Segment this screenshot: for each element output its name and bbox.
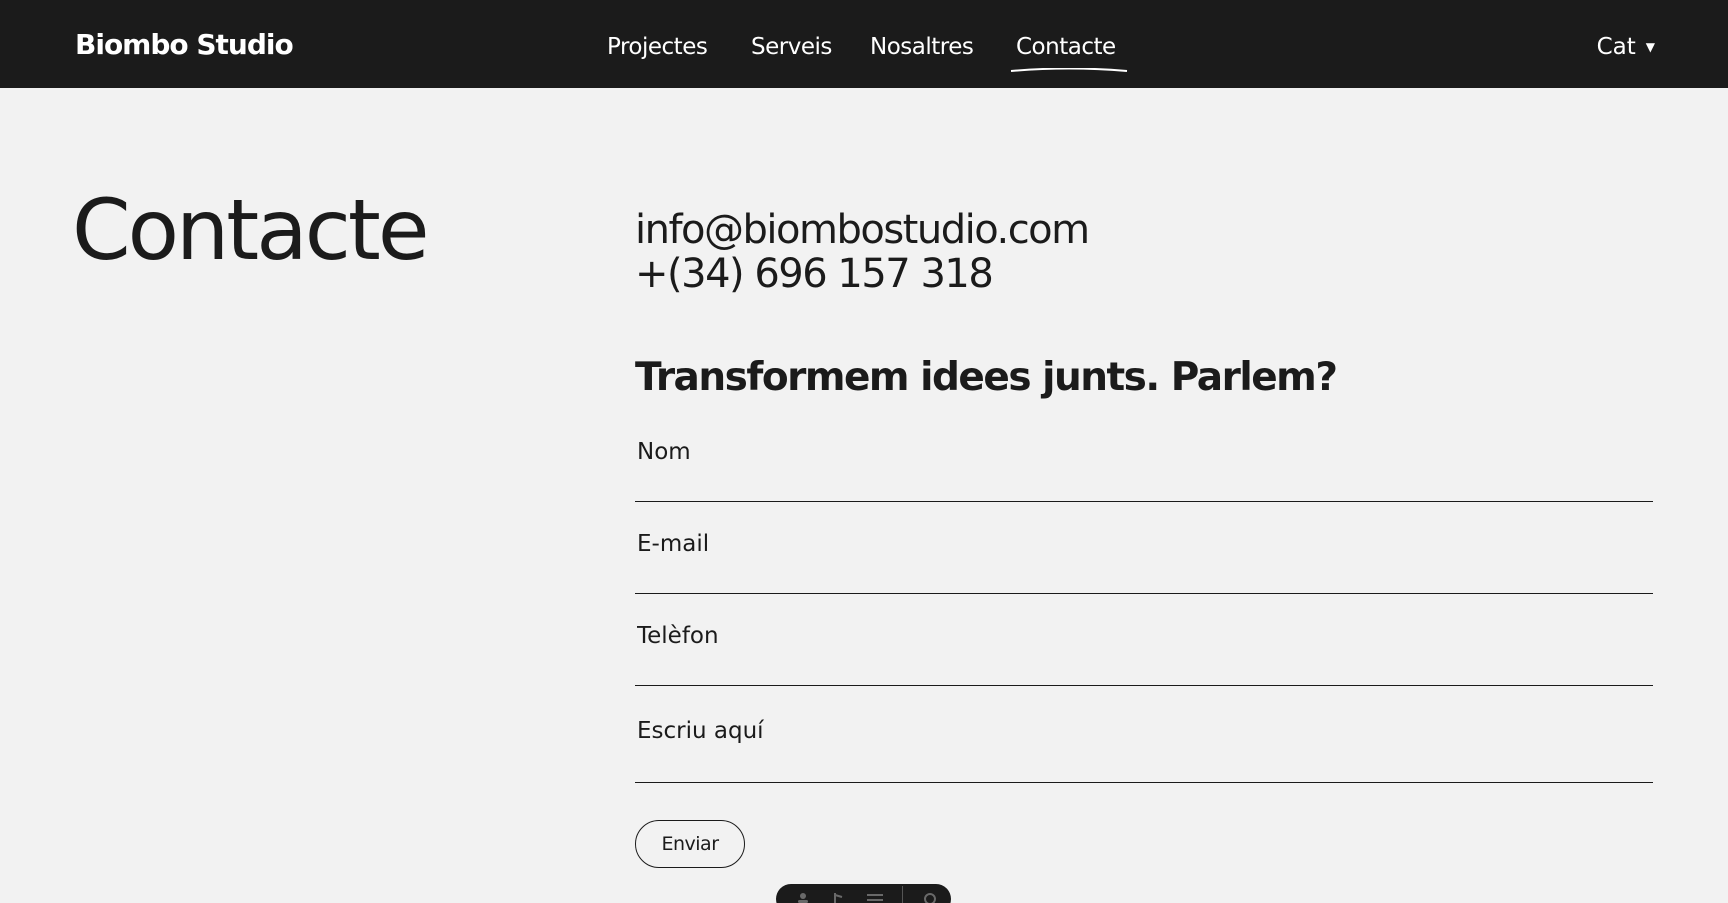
message-field[interactable]: [635, 714, 1653, 783]
nav-item-nosaltres[interactable]: Nosaltres: [870, 34, 974, 60]
form-tagline: Transformem idees junts. Parlem?: [635, 355, 1338, 400]
name-field[interactable]: [635, 436, 1653, 502]
nav-item-projectes[interactable]: Projectes: [607, 34, 708, 60]
language-label: Cat: [1596, 34, 1636, 60]
contact-email-link[interactable]: info@biombostudio.com: [635, 210, 1090, 250]
person-icon[interactable]: [794, 892, 812, 903]
active-nav-underline: [1010, 68, 1128, 72]
email-field[interactable]: [635, 528, 1653, 594]
page-title: Contacte: [72, 181, 429, 279]
floating-toolbar: [776, 884, 951, 903]
contact-phone-link[interactable]: +(34) 696 157 318: [635, 254, 994, 294]
caret-down-icon: ▼: [1645, 40, 1655, 54]
pointer-icon[interactable]: [830, 892, 848, 903]
menu-icon[interactable]: [866, 892, 884, 903]
nav-item-contacte[interactable]: Contacte: [1010, 34, 1128, 72]
settings-icon[interactable]: [921, 892, 939, 903]
top-navigation-bar: Biombo Studio Projectes Serveis Nosaltre…: [0, 0, 1728, 88]
nav-item-contacte-label: Contacte: [1016, 34, 1116, 60]
nav-item-serveis[interactable]: Serveis: [751, 34, 832, 60]
phone-field[interactable]: [635, 620, 1653, 686]
toolbar-divider: [902, 886, 903, 903]
brand-logo[interactable]: Biombo Studio: [75, 28, 294, 61]
submit-button[interactable]: Enviar: [635, 820, 745, 868]
language-selector[interactable]: Cat ▼: [1597, 34, 1655, 60]
